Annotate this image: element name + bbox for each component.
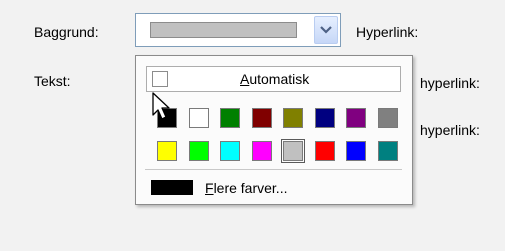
selected-color-swatch xyxy=(150,22,297,38)
mouse-pointer-icon xyxy=(152,92,170,120)
color-swatch[interactable] xyxy=(157,141,177,161)
color-swatch[interactable] xyxy=(378,108,398,128)
color-swatch[interactable] xyxy=(315,108,335,128)
background-label: Baggrund: xyxy=(34,24,99,40)
more-colors-button[interactable]: Flere farver... xyxy=(205,180,287,196)
background-color-select[interactable] xyxy=(135,13,341,47)
dropdown-button[interactable] xyxy=(314,16,338,44)
color-swatch[interactable] xyxy=(281,139,305,163)
color-swatch[interactable] xyxy=(252,141,272,161)
color-swatch[interactable] xyxy=(189,108,209,128)
hyperlink-label: Hyperlink: xyxy=(356,24,419,40)
automatic-color-swatch xyxy=(152,71,168,87)
color-swatch[interactable] xyxy=(252,108,272,128)
chevron-down-icon xyxy=(320,26,332,34)
color-swatch[interactable] xyxy=(315,141,335,161)
color-swatch[interactable] xyxy=(220,141,240,161)
color-swatch[interactable] xyxy=(346,108,366,128)
color-swatch[interactable] xyxy=(189,141,209,161)
color-palette-popup: Automatisk Flere farver... xyxy=(135,55,413,205)
color-swatch[interactable] xyxy=(283,108,303,128)
automatic-color-button[interactable]: Automatisk xyxy=(146,66,401,92)
hyperlink-label-2: hyperlink: xyxy=(420,75,480,91)
hyperlink-label-3: hyperlink: xyxy=(420,122,480,138)
color-swatch[interactable] xyxy=(378,141,398,161)
color-swatch[interactable] xyxy=(220,108,240,128)
more-colors-swatch[interactable] xyxy=(151,180,193,195)
text-label: Tekst: xyxy=(34,73,71,89)
separator xyxy=(145,169,402,170)
automatic-label: Automatisk xyxy=(240,71,310,87)
color-swatch[interactable] xyxy=(346,141,366,161)
